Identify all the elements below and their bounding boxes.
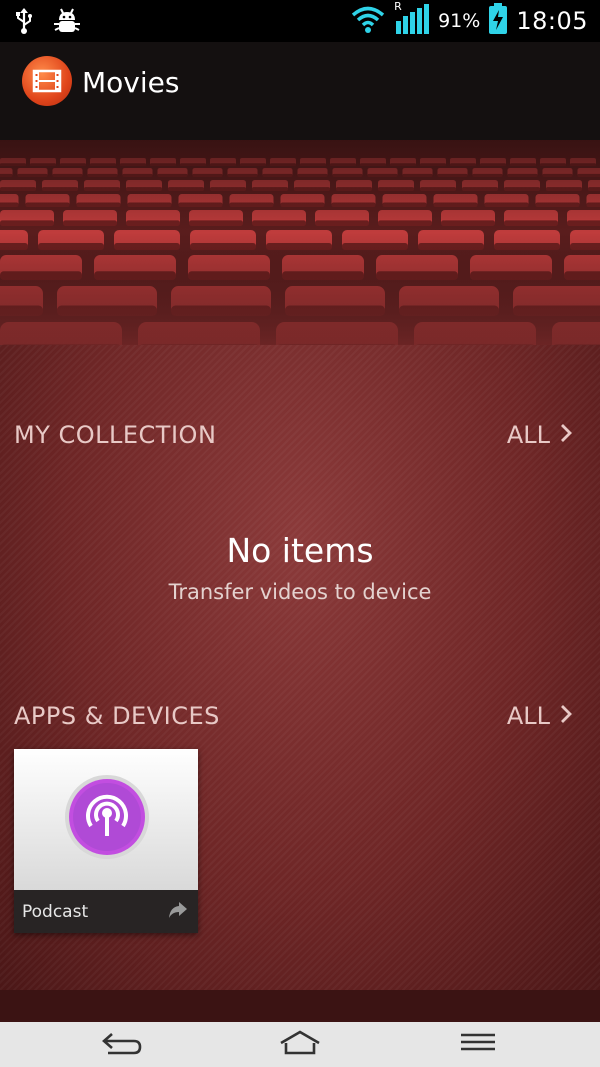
battery-percent: 91% (438, 10, 481, 32)
all-label: ALL (506, 702, 550, 730)
page-title: Movies (82, 66, 180, 99)
podcast-tile-footer: Podcast (14, 890, 198, 933)
my-collection-heading: MY COLLECTION (14, 421, 217, 449)
chevron-right-icon (560, 702, 572, 730)
all-label: ALL (506, 421, 550, 449)
theater-fade (0, 140, 600, 345)
debug-icon (52, 6, 82, 40)
main-content: MY COLLECTION ALL No items Transfer vide… (0, 345, 600, 990)
roaming-label: R (394, 0, 402, 13)
signal-icon: R (394, 0, 430, 39)
action-bar: Movies (0, 42, 600, 140)
battery-charging-icon (488, 3, 508, 39)
bottom-divider (0, 990, 600, 1022)
usb-icon (14, 7, 34, 39)
apps-devices-heading: APPS & DEVICES (14, 702, 220, 730)
chevron-right-icon (560, 421, 572, 449)
navigation-bar (0, 1022, 600, 1067)
empty-state-subtitle: Transfer videos to device (168, 580, 432, 604)
podcast-tile[interactable]: Podcast (14, 749, 198, 933)
clock: 18:05 (516, 7, 588, 35)
share-icon[interactable] (168, 901, 188, 923)
empty-state-title: No items (226, 531, 374, 570)
apps-devices-all-button[interactable]: ALL (507, 702, 572, 730)
menu-icon[interactable] (458, 1030, 498, 1062)
back-icon[interactable] (100, 1030, 144, 1062)
status-left (14, 6, 82, 40)
my-collection-all-button[interactable]: ALL (507, 421, 572, 449)
status-bar: R 91% 18:05 (0, 0, 600, 42)
podcast-icon (64, 774, 150, 864)
podcast-tile-image (14, 749, 198, 890)
podcast-label: Podcast (22, 902, 89, 922)
home-icon[interactable] (278, 1030, 322, 1062)
status-right: R 91% 18:05 (350, 0, 588, 39)
wifi-icon (350, 4, 386, 38)
theater-seats-image (0, 140, 600, 345)
film-icon[interactable] (22, 56, 72, 106)
